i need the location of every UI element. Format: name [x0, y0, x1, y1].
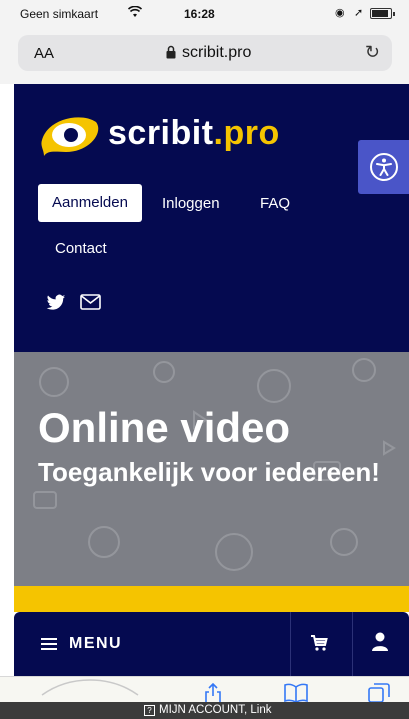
orientation-lock-icon: ◉	[335, 7, 345, 19]
url-text[interactable]: scribit.pro	[182, 44, 251, 62]
reload-icon[interactable]: ↻	[365, 42, 380, 63]
voiceover-caption: ? MIJN ACCOUNT, Link	[0, 702, 409, 719]
logo-eye-icon	[41, 117, 99, 156]
nav-item-login[interactable]: Inloggen	[162, 195, 220, 212]
nav-item-faq[interactable]: FAQ	[260, 195, 290, 212]
hero-banner: Online video Toegankelijk voor iedereen!	[14, 352, 409, 586]
accessibility-icon	[370, 153, 398, 181]
cart-button[interactable]	[290, 612, 352, 676]
hero-subtitle: Toegankelijk voor iedereen!	[38, 457, 380, 487]
address-bar[interactable]: AA scribit.pro ↻	[18, 35, 392, 71]
accessibility-button[interactable]	[358, 140, 409, 194]
user-icon	[372, 632, 388, 651]
voiceover-caption-text: MIJN ACCOUNT, Link	[159, 704, 272, 716]
logo-name: scribit	[108, 114, 214, 152]
lock-icon	[166, 45, 176, 59]
bottom-menu-bar: MENU	[14, 612, 409, 676]
account-button[interactable]	[352, 612, 409, 676]
status-bar: Geen simkaart 16:28 ◉ ➚	[0, 0, 409, 28]
help-icon: ?	[144, 705, 155, 716]
carrier-label: Geen simkaart	[20, 7, 99, 21]
location-icon: ➚	[354, 7, 364, 19]
status-time: 16:28	[184, 7, 215, 21]
battery-icon	[370, 8, 395, 19]
mail-icon[interactable]	[80, 294, 101, 310]
twitter-icon[interactable]	[46, 294, 66, 312]
text-size-button[interactable]: AA	[34, 45, 54, 62]
nav-item-contact[interactable]: Contact	[55, 240, 107, 257]
accent-band	[14, 586, 409, 612]
browser-chrome: AA scribit.pro ↻	[0, 28, 409, 84]
wifi-icon	[127, 5, 143, 21]
cart-icon	[311, 635, 328, 651]
menu-button[interactable]: MENU	[14, 612, 290, 676]
hero-title: Online video	[38, 404, 291, 451]
logo-tld: .pro	[213, 114, 280, 152]
back-arrow-icon[interactable]	[40, 673, 140, 702]
site-header: scribit.pro Aanmelden Inloggen FAQ Conta…	[14, 84, 409, 352]
register-button[interactable]: Aanmelden	[38, 184, 142, 222]
hamburger-icon	[41, 638, 57, 650]
menu-label: MENU	[69, 635, 123, 652]
logo-wordmark: scribit.pro	[108, 114, 280, 153]
